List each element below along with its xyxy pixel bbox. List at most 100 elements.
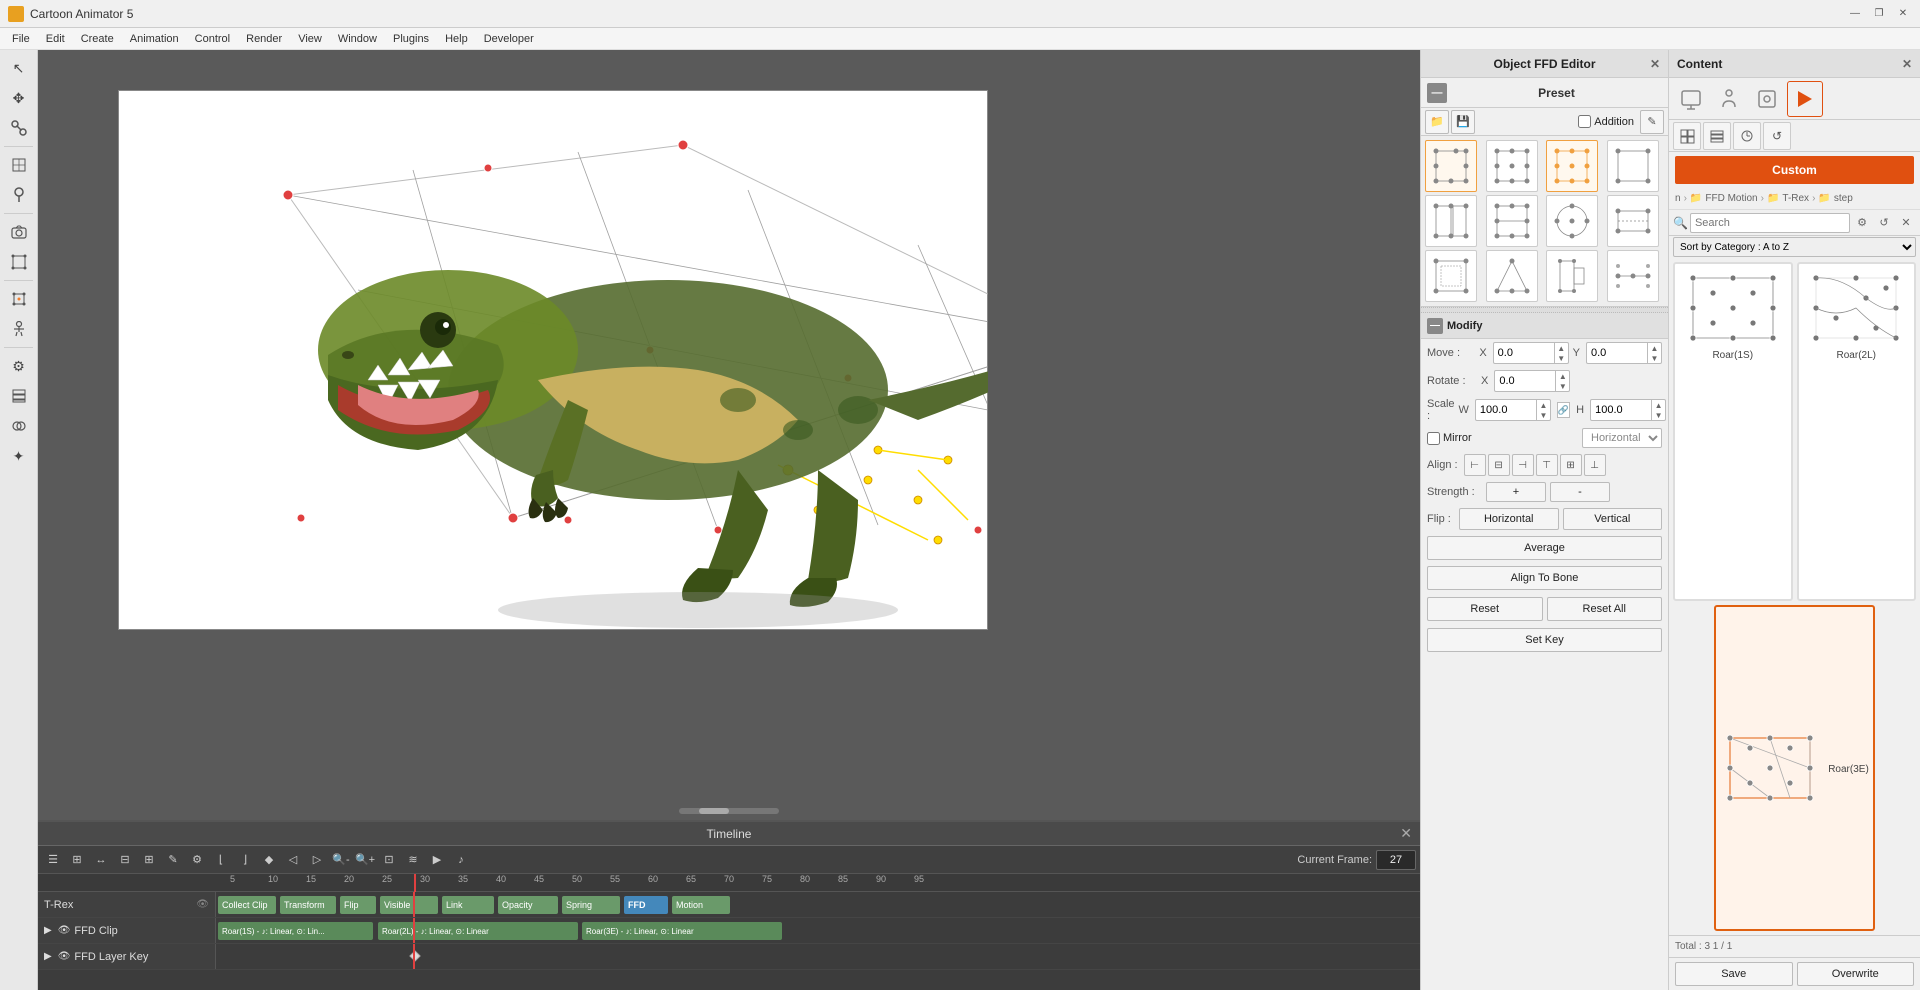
preset-roar3e[interactable]: Roar(3E) [1714,605,1875,931]
ffd-modify-collapse[interactable]: — [1427,318,1443,334]
ffd-reset-btn[interactable]: Reset [1427,597,1543,621]
camera-tool-button[interactable] [5,218,33,246]
ffd-shape-8[interactable] [1607,195,1659,247]
layer-tool-button[interactable] [5,382,33,410]
search-close-btn[interactable]: ✕ [1896,213,1916,233]
ffd-addition-checkbox[interactable] [1578,115,1591,128]
ffd-scale-w-input[interactable]: ▲▼ [1475,399,1551,421]
ffd-flip-horizontal[interactable]: Horizontal [1459,508,1559,530]
menu-window[interactable]: Window [330,31,385,47]
menu-plugins[interactable]: Plugins [385,31,437,47]
tl-play-btn[interactable]: ▶ [426,849,448,871]
tl-mark1-btn[interactable]: ⌊ [210,849,232,871]
ffd-mirror-checkbox[interactable] [1427,432,1440,445]
preset-save-btn[interactable]: Save [1675,962,1793,986]
scale-link-btn[interactable]: 🔗 [1557,402,1570,418]
tl-grid-btn[interactable]: ⊞ [66,849,88,871]
ffd-shape-12[interactable] [1607,250,1659,302]
puppet-tool-button[interactable] [5,315,33,343]
ffd-align-center-v[interactable]: ⊞ [1560,454,1582,476]
ffd-mirror-label[interactable]: Mirror [1427,432,1472,445]
breadcrumb-trex[interactable]: T-Rex [1782,193,1809,204]
timeline-close-button[interactable]: ✕ [1400,825,1412,842]
trex-ffd[interactable]: FFD [624,896,668,914]
ffd-align-top[interactable]: ⊤ [1536,454,1558,476]
pin-tool-button[interactable] [5,181,33,209]
transform-tool-button[interactable] [5,248,33,276]
ffd-strength-minus[interactable]: - [1550,482,1610,502]
menu-animation[interactable]: Animation [122,31,187,47]
content-motion-btn[interactable] [1787,81,1823,117]
tl-zoom-in-btn[interactable]: 🔍+ [354,849,376,871]
menu-help[interactable]: Help [437,31,476,47]
particle-tool-button[interactable]: ✦ [5,442,33,470]
ffd-move-y-input[interactable]: ▲▼ [1586,342,1662,364]
ffd-shape-6[interactable] [1486,195,1538,247]
menu-control[interactable]: Control [187,31,238,47]
tl-next-btn[interactable]: ▷ [306,849,328,871]
ffd-roar1s[interactable]: Roar(1S) - ♪: Linear, ⊙: Lin... [218,922,373,940]
trex-link[interactable]: Link [442,896,494,914]
content-sub-refresh[interactable]: ↺ [1763,122,1791,150]
tl-key-btn[interactable]: ◆ [258,849,280,871]
menu-render[interactable]: Render [238,31,290,47]
trex-track-eye[interactable]: 👁 [196,899,209,910]
content-close-button[interactable]: ✕ [1902,57,1912,71]
tl-list-btn[interactable]: ☰ [42,849,64,871]
menu-file[interactable]: File [4,31,38,47]
tl-expand-btn[interactable]: ⊞ [138,849,160,871]
tl-snap-btn[interactable]: ↔ [90,849,112,871]
breadcrumb-ffd-motion[interactable]: FFD Motion [1705,193,1757,204]
ffd-align-bottom[interactable]: ⊥ [1584,454,1606,476]
move-tool-button[interactable]: ✥ [5,84,33,112]
ffd-layer-arrow[interactable]: ▶ [44,951,52,962]
ffd-preset-collapse[interactable]: — [1427,83,1447,103]
close-button[interactable]: ✕ [1894,5,1912,23]
content-sort-select[interactable]: Sort by Category : A to Z Sort by Catego… [1673,237,1916,257]
tl-waveform-btn[interactable]: ≋ [402,849,424,871]
tl-edit-btn[interactable]: ✎ [162,849,184,871]
composite-tool-button[interactable] [5,412,33,440]
bone-tool-button[interactable] [5,114,33,142]
trex-opacity[interactable]: Opacity [498,896,558,914]
key-diamond[interactable] [409,950,420,961]
ffd-roar3e[interactable]: Roar(3E) - ♪: Linear, ⊙: Linear [582,922,782,940]
ffd-align-left[interactable]: ⊢ [1464,454,1486,476]
ffd-align-right[interactable]: ⊣ [1512,454,1534,476]
trex-transform[interactable]: Transform [280,896,336,914]
trex-spring[interactable]: Spring [562,896,620,914]
content-sub-1[interactable] [1673,122,1701,150]
tl-audio-btn[interactable]: ♪ [450,849,472,871]
tl-settings-btn[interactable]: ⚙ [186,849,208,871]
content-custom-button[interactable]: Custom [1675,156,1914,184]
tl-collapse-btn[interactable]: ⊟ [114,849,136,871]
content-prop-btn[interactable] [1749,81,1785,117]
ffd-align-center-h[interactable]: ⊟ [1488,454,1510,476]
mesh-tool-button[interactable] [5,151,33,179]
ffd-clip-eye[interactable]: 👁 [58,925,71,936]
ffd-shape-9[interactable] [1425,250,1477,302]
tl-prev-btn[interactable]: ◁ [282,849,304,871]
ffd-shape-3[interactable] [1546,140,1598,192]
h-scrollbar[interactable] [679,808,779,814]
ffd-shape-5[interactable] [1425,195,1477,247]
select-tool-button[interactable]: ↖ [5,54,33,82]
ffd-shape-1[interactable] [1425,140,1477,192]
preset-roar1s[interactable]: Roar(1S) [1673,262,1793,601]
search-filter-btn[interactable]: ⚙ [1852,213,1872,233]
search-refresh-btn[interactable]: ↺ [1874,213,1894,233]
content-scene-btn[interactable] [1673,81,1709,117]
tl-zoom-out-btn[interactable]: 🔍- [330,849,352,871]
minimize-button[interactable]: — [1846,5,1864,23]
ffd-mirror-dropdown[interactable]: Horizontal Vertical [1582,428,1662,448]
tl-mark2-btn[interactable]: ⌋ [234,849,256,871]
ffd-shape-4[interactable] [1607,140,1659,192]
preset-overwrite-btn[interactable]: Overwrite [1797,962,1915,986]
preset-roar2l[interactable]: Roar(2L) [1797,262,1917,601]
ffd-roar2l[interactable]: Roar(2L) - ♪: Linear, ⊙: Linear [378,922,578,940]
trex-motion[interactable]: Motion [672,896,730,914]
ffd-layer-eye[interactable]: 👁 [58,951,71,962]
ffd-align-to-bone-btn[interactable]: Align To Bone [1427,566,1662,590]
ffd-flip-vertical[interactable]: Vertical [1563,508,1663,530]
ffd-folder-btn[interactable]: 📁 [1425,110,1449,134]
